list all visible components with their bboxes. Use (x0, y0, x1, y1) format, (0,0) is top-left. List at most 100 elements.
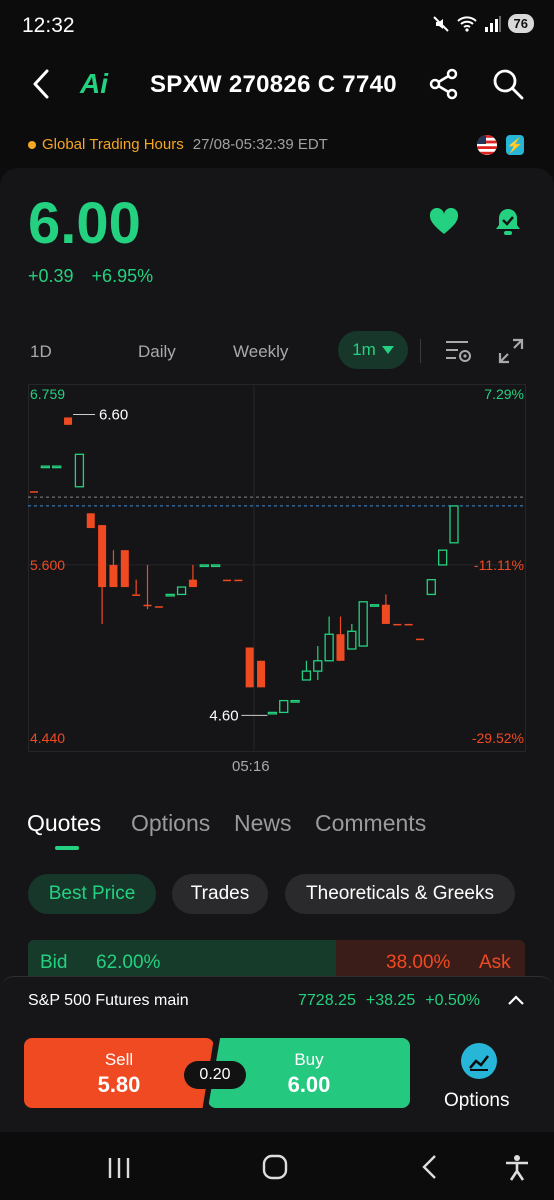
chart-canvas: 6.60 4.60 (28, 384, 526, 752)
futures-price: 7728.25 (298, 992, 356, 1009)
tf-daily[interactable]: Daily (138, 342, 176, 362)
recent-apps-icon[interactable] (106, 1156, 132, 1180)
spread-badge: 0.20 (184, 1061, 246, 1089)
expand-futures-button[interactable] (506, 990, 526, 1010)
candle-body (336, 634, 345, 661)
futures-change: +38.25 (365, 992, 416, 1009)
y-axis-mid-left: 5.600 (30, 557, 66, 573)
candle-body (40, 465, 51, 469)
candle-body (165, 593, 175, 597)
accessibility-icon[interactable] (504, 1154, 530, 1182)
watchlist-button[interactable] (428, 206, 460, 238)
subtab-theoreticals-greeks[interactable]: Theoreticals & Greeks (285, 874, 515, 914)
options-chart-icon (461, 1043, 497, 1079)
tab-quotes[interactable]: Quotes (27, 810, 101, 837)
battery-indicator: 76 (507, 14, 534, 33)
tf-1m-dropdown[interactable]: 1m (338, 331, 408, 369)
tab-news[interactable]: News (234, 810, 292, 837)
candle-body (52, 465, 62, 469)
session-timestamp: 27/08-05:32:39 EDT (192, 136, 328, 153)
signal-icon (484, 15, 501, 32)
bid-ratio-fill (28, 940, 336, 976)
status-bar: 12:32 76 (0, 0, 554, 52)
ask-percent: 38.00% (386, 952, 451, 973)
candle-body (234, 579, 243, 582)
tf-selected-label: 1m (352, 340, 376, 359)
mute-icon (432, 15, 449, 32)
bid-label: Bid (40, 952, 68, 973)
y-axis-top-right: 7.29% (484, 386, 524, 402)
futures-name: S&P 500 Futures main (28, 992, 189, 1009)
candle-body (86, 513, 95, 529)
chevron-left-icon (33, 69, 49, 99)
y-axis-mid-right: -11.11% (473, 557, 524, 573)
candle-body (279, 699, 289, 714)
candlestick-chart[interactable]: 6.60 4.60 6.759 7.29% 5.600 -11.11% 4.440… (28, 384, 526, 752)
subtab-trades[interactable]: Trades (172, 874, 268, 914)
candle-body (257, 660, 266, 688)
fullscreen-button[interactable] (498, 338, 524, 364)
candle-body (188, 579, 197, 588)
tab-comments[interactable]: Comments (315, 810, 426, 837)
price-alert-button[interactable] (492, 206, 524, 238)
candle-body (301, 670, 312, 681)
candle-body (437, 549, 448, 566)
page-title: SPXW 270826 C 7740 (150, 71, 397, 98)
back-nav-icon[interactable] (420, 1154, 440, 1180)
candle-body (30, 491, 38, 493)
wifi-icon (456, 15, 477, 32)
status-time: 12:32 (22, 14, 75, 37)
y-axis-bottom-left: 4.440 (30, 730, 66, 746)
futures-quote: 7728.25 +38.25 +0.50% (298, 992, 480, 1010)
candle-body (120, 550, 129, 588)
candle-body (393, 623, 402, 626)
options-label: Options (444, 1090, 510, 1111)
candle-body (358, 601, 368, 647)
search-button[interactable] (492, 68, 524, 100)
session-dot (28, 140, 36, 149)
candle-body (290, 699, 300, 703)
candle-body (222, 579, 231, 582)
share-button[interactable] (428, 68, 460, 100)
candle-body (98, 525, 107, 588)
expand-icon (498, 338, 524, 364)
futures-change-percent: +0.50% (425, 992, 480, 1009)
candle-body (404, 623, 413, 626)
candle-body (426, 579, 436, 596)
ai-assistant-button[interactable]: Ai (80, 68, 108, 100)
chart-settings-button[interactable] (444, 338, 474, 364)
candle-body (369, 604, 380, 607)
tf-weekly[interactable]: Weekly (233, 342, 288, 362)
low-label: 4.60 (209, 707, 238, 724)
candle-body (64, 417, 73, 425)
chevron-up-icon (508, 995, 524, 1005)
candle-body (199, 564, 209, 568)
candle-body (109, 564, 118, 588)
candle-body (347, 630, 357, 650)
y-axis-bottom-right: -29.52% (471, 730, 524, 746)
trading-session: Global Trading Hours 27/08-05:32:39 EDT (28, 136, 328, 153)
caret-down-icon (381, 346, 394, 354)
tab-options[interactable]: Options (131, 810, 210, 837)
chart-settings-icon (446, 341, 471, 362)
session-label: Global Trading Hours (42, 136, 184, 153)
system-nav-bar (0, 1132, 554, 1200)
candle-body (415, 638, 424, 641)
back-button[interactable] (26, 66, 56, 102)
candle-body (324, 633, 334, 662)
home-icon[interactable] (262, 1154, 288, 1180)
price-change: +0.39 +6.95% (28, 266, 153, 287)
high-label: 6.60 (99, 406, 128, 423)
lightning-icon: ⚡ (506, 135, 524, 155)
bell-icon (496, 209, 520, 235)
candle-body (74, 453, 85, 488)
candle-body (132, 594, 141, 596)
share-icon (429, 68, 458, 100)
heart-icon (429, 207, 459, 234)
us-flag-icon (477, 135, 497, 155)
subtab-best-price[interactable]: Best Price (28, 874, 156, 914)
tf-1d[interactable]: 1D (30, 342, 52, 362)
ask-label: Ask (479, 952, 511, 973)
search-icon (493, 69, 524, 100)
active-tab-indicator (55, 846, 79, 850)
